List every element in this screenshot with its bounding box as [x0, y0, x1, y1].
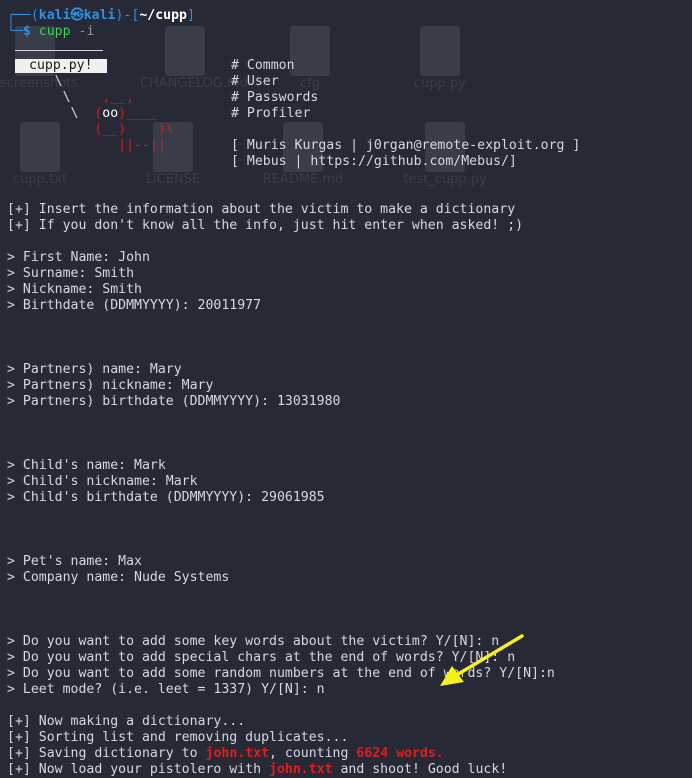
- partner-name: > Partners) name: Mary: [7, 362, 182, 377]
- option-special-chars: > Do you want to add special chars at th…: [7, 650, 516, 665]
- cupp-label: cupp.py!: [15, 59, 107, 73]
- progress-making: [+] Now making a dictionary...: [7, 714, 246, 729]
- option-key-words: > Do you want to add some key words abou…: [7, 634, 500, 649]
- victim-first-name: > First Name: John: [7, 250, 150, 265]
- victim-nickname: > Nickname: Smith: [7, 282, 142, 297]
- command-line: └─$ cupp -i: [7, 24, 95, 39]
- partner-nickname: > Partners) nickname: Mary: [7, 378, 214, 393]
- final-line: [+] Now load your pistolero with john.tx…: [7, 762, 508, 777]
- victim-birthdate: > Birthdate (DDMMYYYY): 20011977: [7, 298, 262, 313]
- saving-line: [+] Saving dictionary to john.txt, count…: [7, 746, 444, 761]
- progress-sorting: [+] Sorting list and removing duplicates…: [7, 730, 349, 745]
- terminal-output[interactable]: ┌──(kali㉿kali)-[~/cupp] └─$ cupp -i cupp…: [7, 8, 692, 778]
- child-name: > Child's name: Mark: [7, 458, 166, 473]
- partner-birthdate: > Partners) birthdate (DDMMYYYY): 130319…: [7, 394, 341, 409]
- child-nickname: > Child's nickname: Mark: [7, 474, 198, 489]
- option-random-numbers: > Do you want to add some random numbers…: [7, 666, 555, 681]
- victim-surname: > Surname: Smith: [7, 266, 135, 281]
- child-birthdate: > Child's birthdate (DDMMYYYY): 29061985: [7, 490, 325, 505]
- option-leet-mode: > Leet mode? (i.e. leet = 1337) Y/[N]: n: [7, 682, 325, 697]
- intro-line: [+] Insert the information about the vic…: [7, 202, 516, 217]
- word-count: 6624 words.: [356, 746, 444, 761]
- output-filename: john.txt: [269, 762, 333, 777]
- company-name: > Company name: Nude Systems: [7, 570, 230, 585]
- prompt-line: ┌──(kali㉿kali)-[~/cupp]: [7, 8, 195, 23]
- intro-line: [+] If you don't know all the info, just…: [7, 218, 524, 233]
- pet-name: > Pet's name: Max: [7, 554, 142, 569]
- output-filename: john.txt: [205, 746, 270, 761]
